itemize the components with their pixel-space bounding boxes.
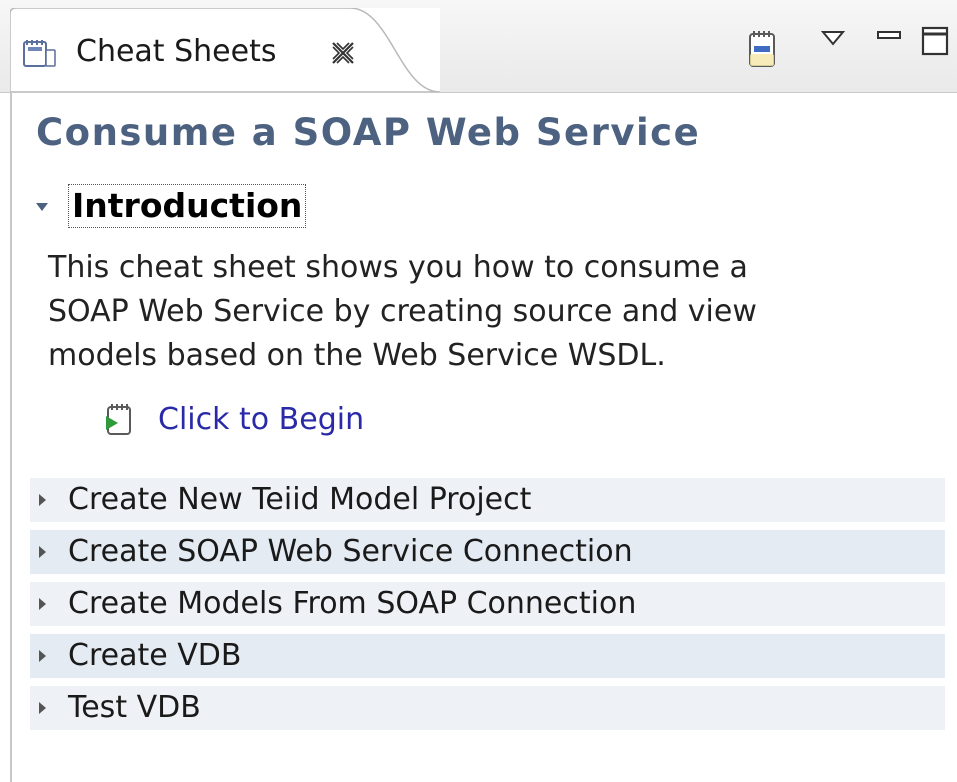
start-cheat-sheet-icon: [106, 404, 131, 435]
maximize-icon[interactable]: [920, 22, 950, 58]
step-item[interactable]: Create Models From SOAP Connection: [30, 582, 945, 626]
step-item[interactable]: Create SOAP Web Service Connection: [30, 530, 945, 574]
intro-line: SOAP Web Service by creating source and …: [48, 294, 757, 329]
cheat-sheet-icon: [23, 40, 56, 67]
intro-line: This cheat sheet shows you how to consum…: [48, 250, 748, 285]
chevron-right-icon[interactable]: [36, 596, 48, 612]
chevron-right-icon[interactable]: [36, 700, 48, 716]
step-item[interactable]: Create New Teiid Model Project: [30, 478, 945, 522]
click-to-begin-link[interactable]: Click to Begin: [104, 398, 424, 446]
intro-heading: Introduction: [68, 184, 307, 228]
view-left-border: [10, 92, 12, 782]
cheat-sheets-view: Cheat Sheets Consume a SOAP Web Service …: [0, 0, 957, 782]
step-label: Create VDB: [68, 638, 242, 673]
cheat-sheets-tab[interactable]: Cheat Sheets: [10, 8, 440, 92]
step-label: Create New Teiid Model Project: [68, 482, 532, 517]
view-menu-icon[interactable]: [820, 28, 846, 48]
step-label: Create Models From SOAP Connection: [68, 586, 637, 621]
step-label: Create SOAP Web Service Connection: [68, 534, 633, 569]
chevron-down-icon[interactable]: [34, 200, 50, 214]
step-item[interactable]: Test VDB: [30, 686, 945, 730]
view-tab-strip: Cheat Sheets: [0, 0, 957, 93]
close-icon[interactable]: [328, 38, 358, 68]
minimize-icon[interactable]: [876, 26, 902, 46]
click-to-begin-label: Click to Begin: [158, 402, 365, 437]
cheat-sheet-toolbar-icon[interactable]: [748, 28, 776, 68]
page-title: Consume a SOAP Web Service: [36, 111, 701, 154]
chevron-right-icon[interactable]: [36, 492, 48, 508]
tab-title: Cheat Sheets: [76, 34, 277, 69]
chevron-right-icon[interactable]: [36, 544, 48, 560]
step-item[interactable]: Create VDB: [30, 634, 945, 678]
steps-list: Create New Teiid Model Project Create SO…: [30, 478, 945, 738]
step-label: Test VDB: [68, 690, 201, 725]
chevron-right-icon[interactable]: [36, 648, 48, 664]
intro-description: This cheat sheet shows you how to consum…: [48, 246, 868, 378]
intro-line: models based on the Web Service WSDL.: [48, 338, 666, 373]
intro-section-header[interactable]: Introduction: [30, 182, 630, 230]
